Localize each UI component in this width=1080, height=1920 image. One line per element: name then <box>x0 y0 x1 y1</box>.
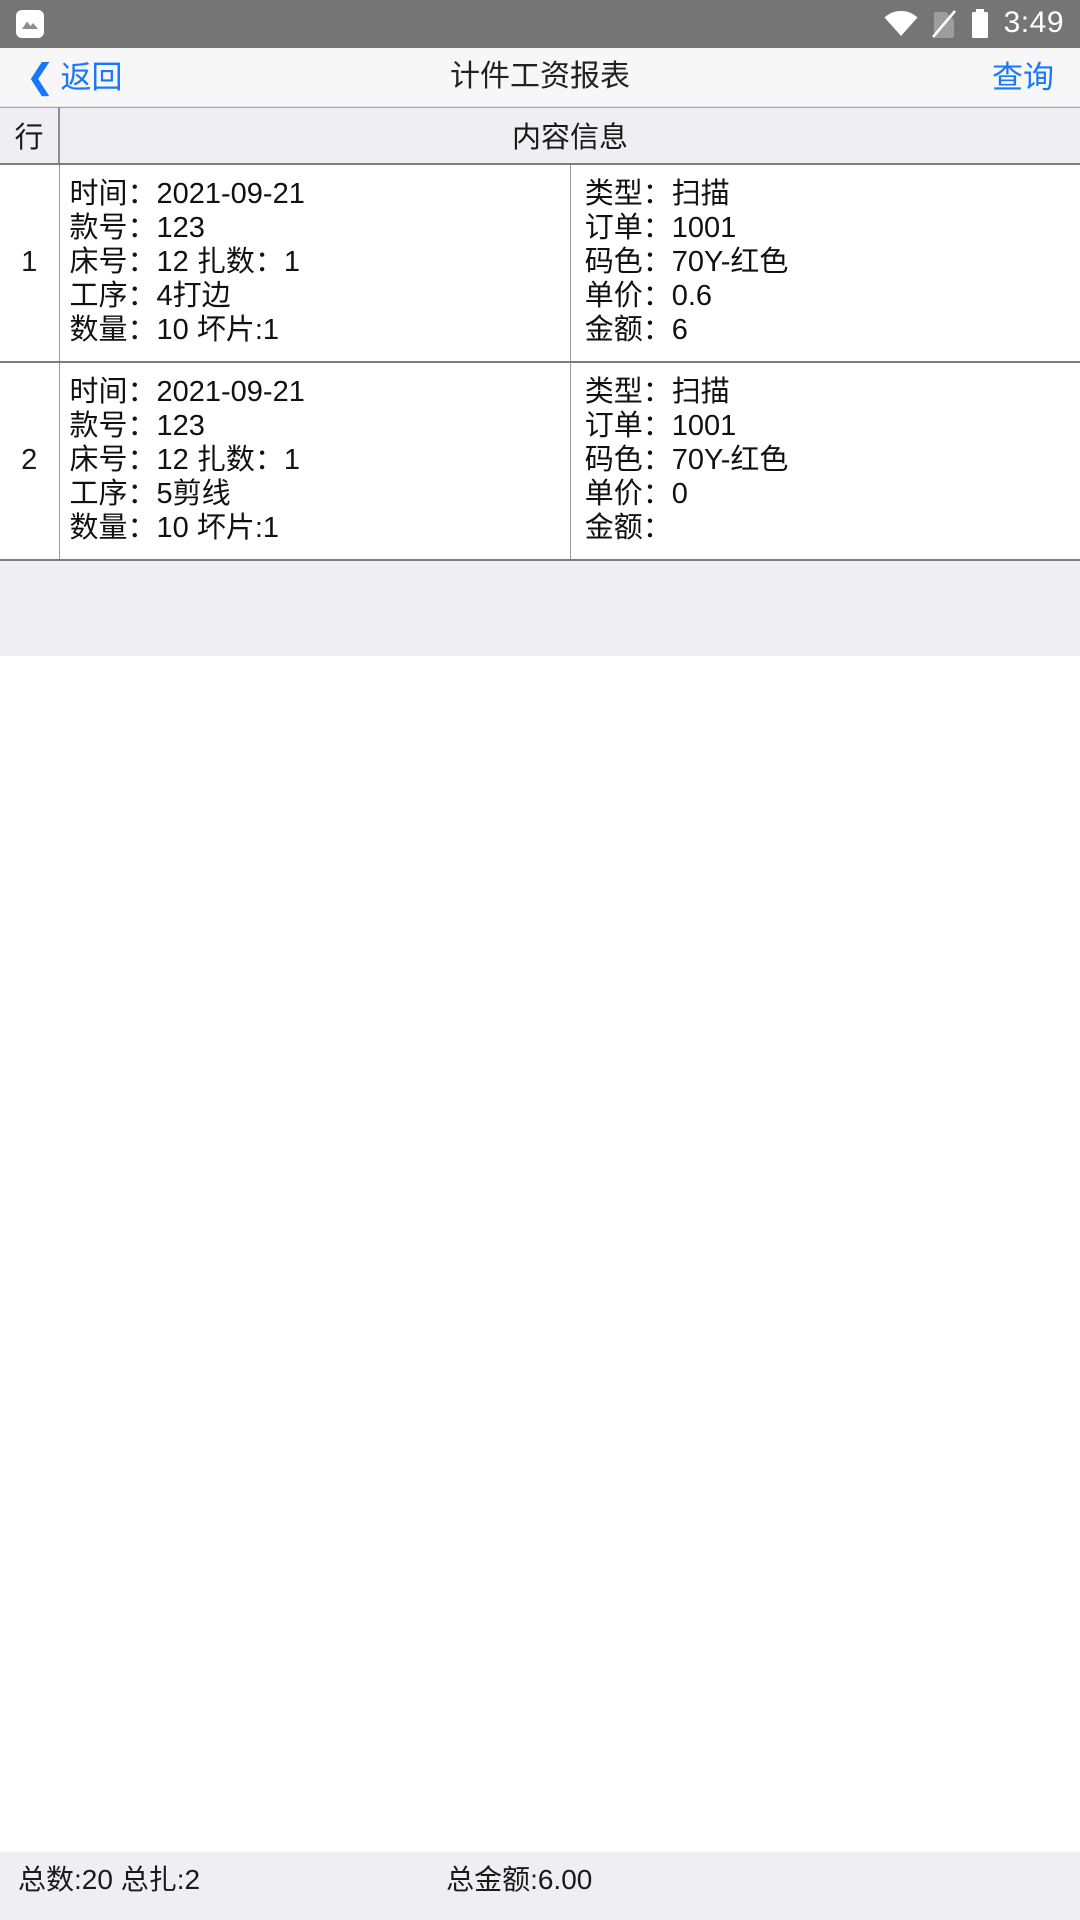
row-content: 时间：2021-09-21 款号：123 床号：12 扎数：1 工序：5剪线 数… <box>59 361 1080 562</box>
summary-bar: 总数:20 总扎:2 总金额:6.00 <box>0 1852 1080 1920</box>
table-header-row: 行 内容信息 <box>0 107 1080 165</box>
field-type: 类型：扫描 <box>584 177 730 210</box>
image-icon <box>16 10 44 38</box>
field-time: 时间：2021-09-21 <box>69 375 305 408</box>
row-content-left: 时间：2021-09-21 款号：123 床号：12 扎数：1 工序：5剪线 数… <box>60 363 570 559</box>
field-quantity-defect: 数量：10 坏片:1 <box>69 313 280 346</box>
status-bar-right: 3:49 <box>884 8 1064 40</box>
field-style-no: 款号：123 <box>69 211 205 244</box>
field-process: 工序：4打边 <box>69 279 231 312</box>
chevron-left-icon: ❮ <box>26 57 55 96</box>
row-index: 2 <box>0 361 60 562</box>
query-button[interactable]: 查询 <box>992 48 1054 107</box>
field-type: 类型：扫描 <box>584 375 730 408</box>
field-time: 时间：2021-09-21 <box>69 177 305 210</box>
row-index: 1 <box>0 163 60 363</box>
navigation-bar: ❮ 返回 计件工资报表 查询 <box>0 48 1080 107</box>
field-unit-price: 单价：0.6 <box>584 279 713 312</box>
field-size-color: 码色：70Y-红色 <box>584 443 789 476</box>
back-button[interactable]: ❮ 返回 <box>26 48 123 107</box>
row-content: 时间：2021-09-21 款号：123 床号：12 扎数：1 工序：4打边 数… <box>59 163 1080 363</box>
report-table-container: 行 内容信息 1 时间：2021-09-21 款号：123 床号：12 扎数：1… <box>0 107 1080 656</box>
column-header-index: 行 <box>0 107 60 165</box>
field-quantity-defect: 数量：10 坏片:1 <box>69 512 280 545</box>
table-row[interactable]: 2 时间：2021-09-21 款号：123 床号：12 扎数：1 工序：5剪线… <box>0 361 1080 562</box>
field-order: 订单：1001 <box>584 409 737 442</box>
battery-icon <box>970 9 990 39</box>
app-screen: 3:49 ❮ 返回 计件工资报表 查询 行 内容信息 1 时间：2021-09-… <box>0 0 1080 1920</box>
field-bed-bundle: 床号：12 扎数：1 <box>69 443 300 476</box>
column-header-content: 内容信息 <box>59 107 1080 165</box>
back-button-label: 返回 <box>60 60 123 95</box>
table-row[interactable]: 1 时间：2021-09-21 款号：123 床号：12 扎数：1 工序：4打边… <box>0 163 1080 363</box>
status-bar-left <box>16 10 44 38</box>
field-size-color: 码色：70Y-红色 <box>584 245 789 278</box>
summary-totals: 总数:20 总扎:2 <box>18 1864 201 1895</box>
field-amount: 金额：6 <box>584 313 688 346</box>
field-order: 订单：1001 <box>584 211 737 244</box>
wifi-icon <box>884 11 918 37</box>
row-content-right: 类型：扫描 订单：1001 码色：70Y-红色 单价：0.6 金额：6 <box>569 164 1080 361</box>
table-empty-area <box>0 561 1080 656</box>
row-content-left: 时间：2021-09-21 款号：123 床号：12 扎数：1 工序：4打边 数… <box>60 165 570 361</box>
status-bar-clock: 3:49 <box>1003 6 1064 39</box>
field-amount: 金额： <box>584 512 672 545</box>
no-sim-icon <box>931 9 956 39</box>
field-bed-bundle: 床号：12 扎数：1 <box>69 245 300 278</box>
field-unit-price: 单价：0 <box>584 478 688 510</box>
report-table: 行 内容信息 1 时间：2021-09-21 款号：123 床号：12 扎数：1… <box>0 107 1080 562</box>
field-process: 工序：5剪线 <box>69 478 231 510</box>
summary-amount: 总金额:6.00 <box>446 1864 593 1895</box>
page-title: 计件工资报表 <box>450 60 630 93</box>
status-bar: 3:49 <box>0 0 1080 48</box>
field-style-no: 款号：123 <box>69 409 205 442</box>
row-content-right: 类型：扫描 订单：1001 码色：70Y-红色 单价：0 金额： <box>569 362 1080 560</box>
